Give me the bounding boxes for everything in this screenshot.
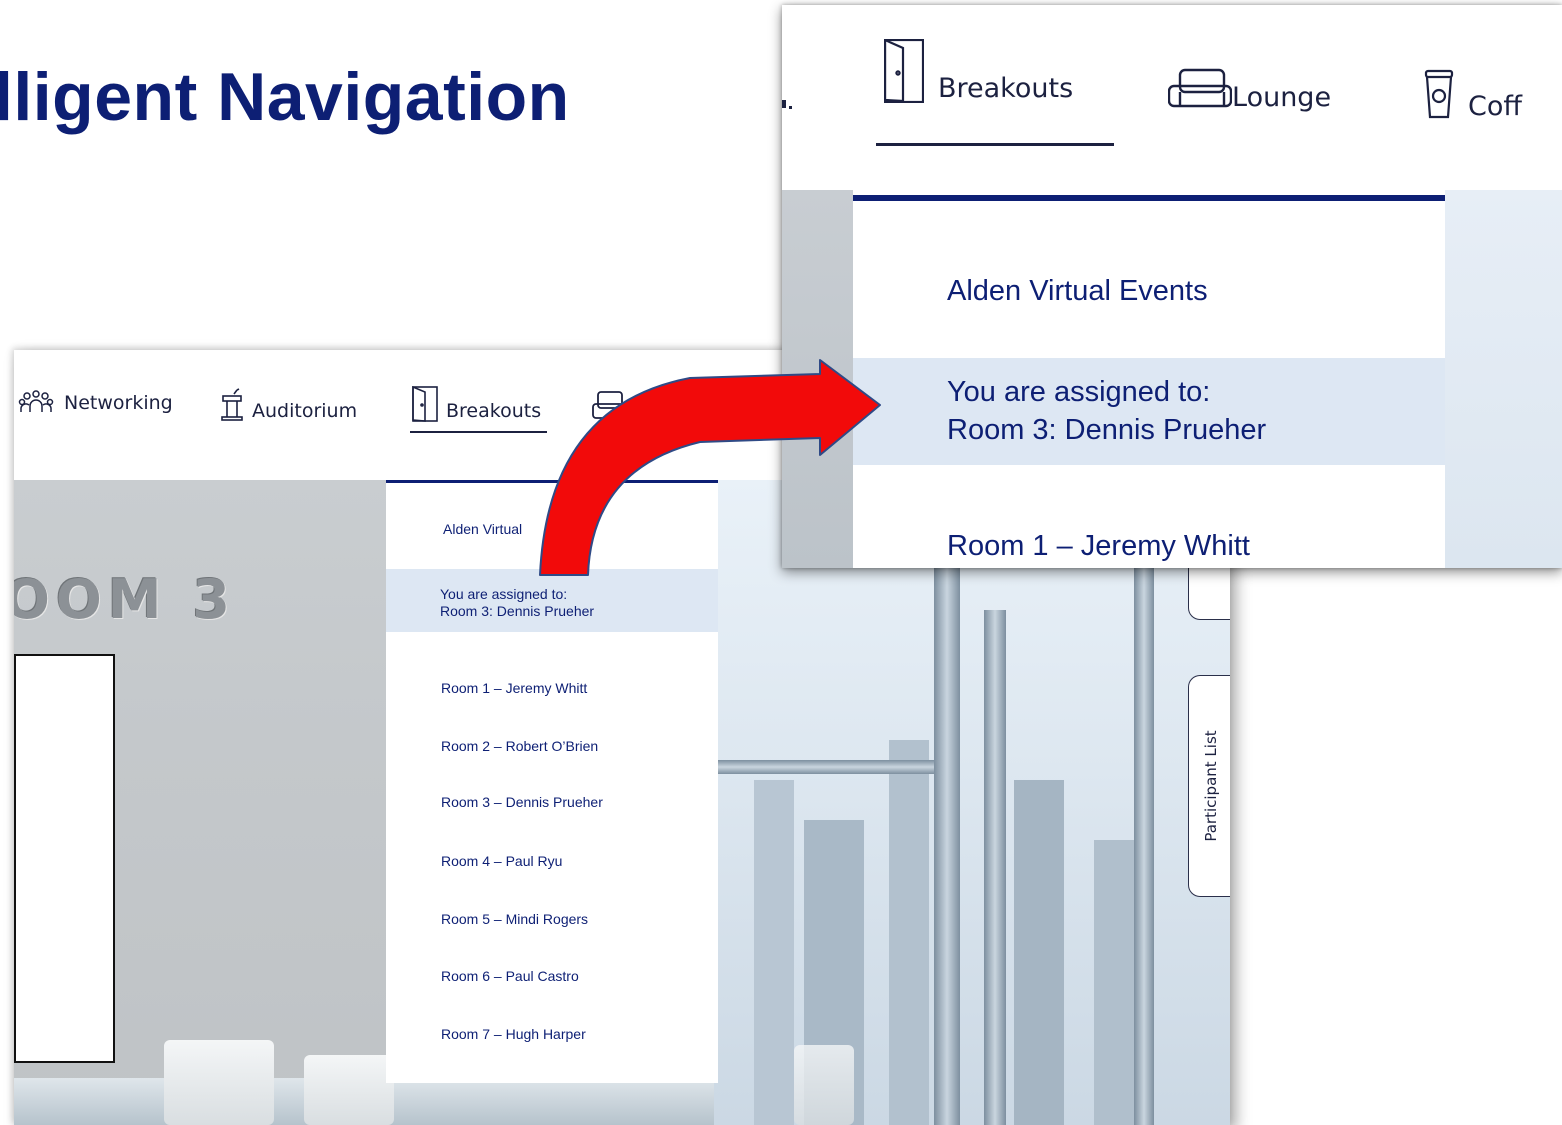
curved-red-arrow: [539, 359, 881, 576]
